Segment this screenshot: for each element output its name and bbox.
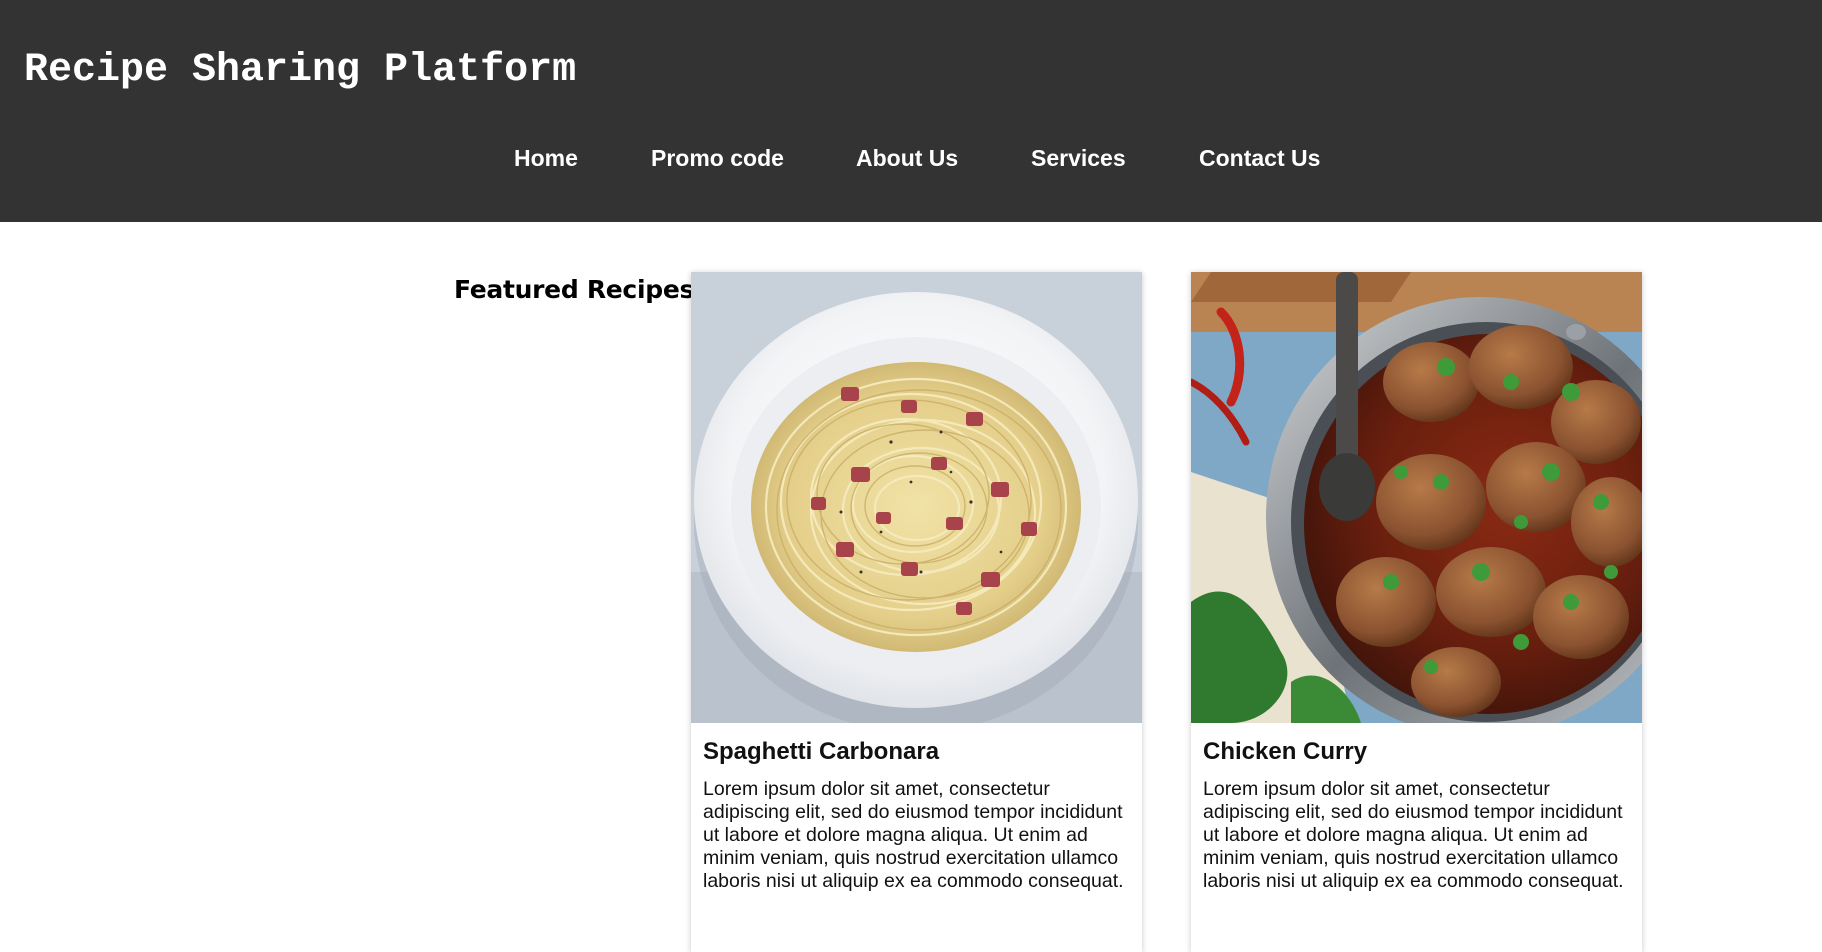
- site-header: Recipe Sharing Platform Home Promo code …: [0, 0, 1822, 222]
- main-nav: Home Promo code About Us Services Contac…: [0, 140, 1822, 176]
- nav-item-home[interactable]: Home: [514, 140, 578, 176]
- chicken-curry-image[interactable]: [1191, 272, 1642, 723]
- recipe-description: Lorem ipsum dolor sit amet, consectetur …: [703, 778, 1124, 892]
- nav-item-contact-us[interactable]: Contact Us: [1199, 140, 1320, 176]
- recipe-card-chicken-curry[interactable]: Chicken Curry Lorem ipsum dolor sit amet…: [1191, 272, 1642, 952]
- recipe-title[interactable]: Chicken Curry: [1203, 736, 1367, 768]
- nav-item-services[interactable]: Services: [1031, 140, 1126, 176]
- recipe-description: Lorem ipsum dolor sit amet, consectetur …: [1203, 778, 1624, 892]
- nav-item-promo-code[interactable]: Promo code: [651, 140, 784, 176]
- site-title: Recipe Sharing Platform: [24, 48, 577, 93]
- recipe-card-spaghetti-carbonara[interactable]: Spaghetti Carbonara Lorem ipsum dolor si…: [691, 272, 1142, 952]
- recipe-title[interactable]: Spaghetti Carbonara: [703, 736, 939, 768]
- spaghetti-carbonara-image[interactable]: [691, 272, 1142, 723]
- nav-item-about-us[interactable]: About Us: [856, 140, 958, 176]
- featured-recipes-heading: Featured Recipes: [454, 275, 695, 304]
